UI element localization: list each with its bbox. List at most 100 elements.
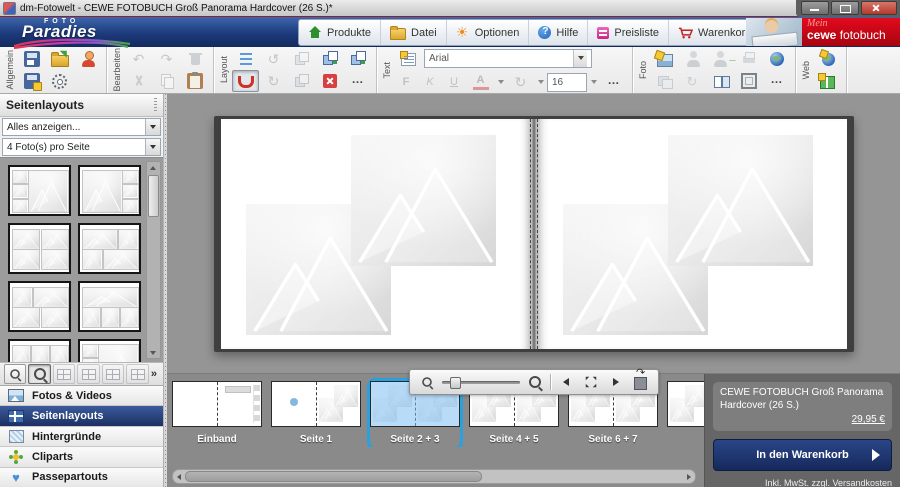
layout-template-three-left-one-big-2[interactable] [78, 339, 141, 362]
send-backward-button[interactable] [288, 48, 315, 70]
page-thumbnail[interactable] [667, 381, 704, 427]
copy-button[interactable] [153, 70, 180, 92]
add-layer-button[interactable] [344, 48, 371, 70]
profile-button[interactable] [74, 48, 101, 70]
layout-template-one-big-three-right[interactable] [78, 165, 141, 216]
person-button[interactable] [679, 48, 706, 70]
redo-button[interactable] [153, 48, 180, 70]
cut-button[interactable] [125, 70, 152, 92]
layout-template-wide-narrow-mix[interactable] [78, 223, 141, 274]
drag-handle-icon[interactable] [154, 98, 157, 112]
thumb-zoom-in-button[interactable] [28, 364, 50, 384]
filmstrip-scrollbar[interactable] [172, 469, 696, 484]
sidebar-item-seitenlayouts[interactable]: Seitenlayouts [0, 406, 163, 426]
font-picker-button[interactable] [395, 47, 422, 69]
menu-datei[interactable]: Datei [381, 20, 447, 45]
scroll-up-icon[interactable] [147, 162, 158, 173]
add-to-cart-button[interactable]: In den Warenkorb [713, 439, 892, 471]
scroll-down-icon[interactable] [147, 347, 158, 358]
zoom-slider[interactable] [442, 372, 520, 392]
bring-forward-button[interactable] [316, 48, 343, 70]
layout-filter-select[interactable]: Alles anzeigen... [2, 118, 161, 136]
layout-list-scrollbar[interactable] [146, 161, 161, 359]
rotate-photo-button[interactable] [679, 70, 706, 92]
rotate-left-button[interactable] [260, 48, 287, 70]
zoom-in-button[interactable] [525, 372, 545, 392]
page-left[interactable] [221, 119, 530, 349]
web-globe-button[interactable] [814, 48, 841, 70]
layout-template-three-left-one-big[interactable] [8, 165, 71, 216]
panes-button[interactable] [707, 70, 734, 92]
scrollbar-thumb[interactable] [148, 175, 159, 217]
rotate-view-button[interactable] [631, 372, 651, 392]
send-backward2-button[interactable] [288, 70, 315, 92]
text-more-button[interactable] [600, 71, 627, 93]
delete-button[interactable] [181, 48, 208, 70]
layout-template-grid-2x2[interactable] [8, 223, 71, 274]
globe-button[interactable] [763, 48, 790, 70]
save-as-button[interactable] [18, 70, 45, 92]
photobook-spread[interactable] [214, 116, 854, 352]
settings-button[interactable] [46, 70, 73, 92]
next-page-button[interactable] [606, 372, 626, 392]
menu-preisliste[interactable]: Preisliste [588, 20, 669, 45]
save-button[interactable] [18, 48, 45, 70]
prev-page-button[interactable] [556, 372, 576, 392]
align-button[interactable] [232, 48, 259, 70]
person-add-button[interactable] [707, 48, 734, 70]
photos-button[interactable] [651, 70, 678, 92]
web-window-button[interactable] [814, 70, 841, 92]
italic-button[interactable]: K [419, 71, 441, 93]
rotate-text-dropdown[interactable] [536, 73, 545, 91]
rotate-right-button[interactable] [260, 70, 287, 92]
layout-template-one-top-three-bottom[interactable] [78, 281, 141, 332]
layout-view-4-button[interactable] [126, 364, 148, 384]
page-right[interactable] [538, 119, 847, 349]
photo-placeholder[interactable] [668, 135, 813, 266]
photo-placeholder[interactable] [351, 135, 496, 266]
menu-hilfe[interactable]: Hilfe [529, 20, 588, 45]
minimize-button[interactable] [801, 1, 829, 15]
sidebar-item-hintergruende[interactable]: Hintergründe [0, 427, 163, 447]
font-size-select[interactable]: 16 [547, 73, 587, 92]
remove-layout-button[interactable] [316, 70, 343, 92]
expand-panel-button[interactable]: » [151, 368, 159, 380]
filmstrip-page-5[interactable]: S [667, 381, 704, 447]
close-button[interactable] [861, 1, 897, 15]
layout-view-2-button[interactable] [77, 364, 99, 384]
page-thumbnail[interactable] [271, 381, 361, 427]
add-image-button[interactable] [651, 48, 678, 70]
thumb-zoom-out-button[interactable] [4, 364, 26, 384]
layout-more-button[interactable] [344, 70, 371, 92]
frame-button[interactable] [735, 70, 762, 92]
bold-button[interactable]: F [395, 71, 417, 93]
scroll-left-icon[interactable] [173, 470, 185, 483]
underline-button[interactable]: U [443, 71, 465, 93]
paste-button[interactable] [181, 70, 208, 92]
fit-page-button[interactable] [581, 372, 601, 392]
photos-per-page-select[interactable]: 4 Foto(s) pro Seite [2, 138, 161, 156]
sidebar-item-passepartouts[interactable]: Passepartouts [0, 468, 163, 487]
filmstrip-page-0[interactable]: Einband [172, 381, 262, 447]
scroll-right-icon[interactable] [683, 470, 695, 483]
magnet-button[interactable] [232, 70, 259, 92]
layout-view-3-button[interactable] [102, 364, 124, 384]
font-family-select[interactable]: Arial [424, 49, 592, 68]
font-color-button[interactable]: A [467, 71, 494, 93]
zoom-out-button[interactable] [417, 372, 437, 392]
sidebar-item-fotos-videos[interactable]: Fotos & Videos [0, 386, 163, 406]
open-project-button[interactable] [46, 48, 73, 70]
page-thumbnail[interactable] [172, 381, 262, 427]
scrollbar-thumb[interactable] [185, 471, 482, 482]
menu-optionen[interactable]: Optionen [447, 20, 530, 45]
sidebar-item-cliparts[interactable]: Cliparts [0, 447, 163, 467]
undo-button[interactable] [125, 48, 152, 70]
layout-template-narrow-wide-mix[interactable] [8, 281, 71, 332]
layout-template-three-top-one-bottom[interactable] [8, 339, 71, 362]
menu-produkte[interactable]: Produkte [299, 20, 381, 45]
slider-handle[interactable] [450, 377, 461, 389]
font-color-dropdown[interactable] [496, 73, 505, 91]
font-size-dropdown[interactable] [589, 73, 598, 91]
layout-view-1-button[interactable] [53, 364, 75, 384]
print-button[interactable] [735, 48, 762, 70]
